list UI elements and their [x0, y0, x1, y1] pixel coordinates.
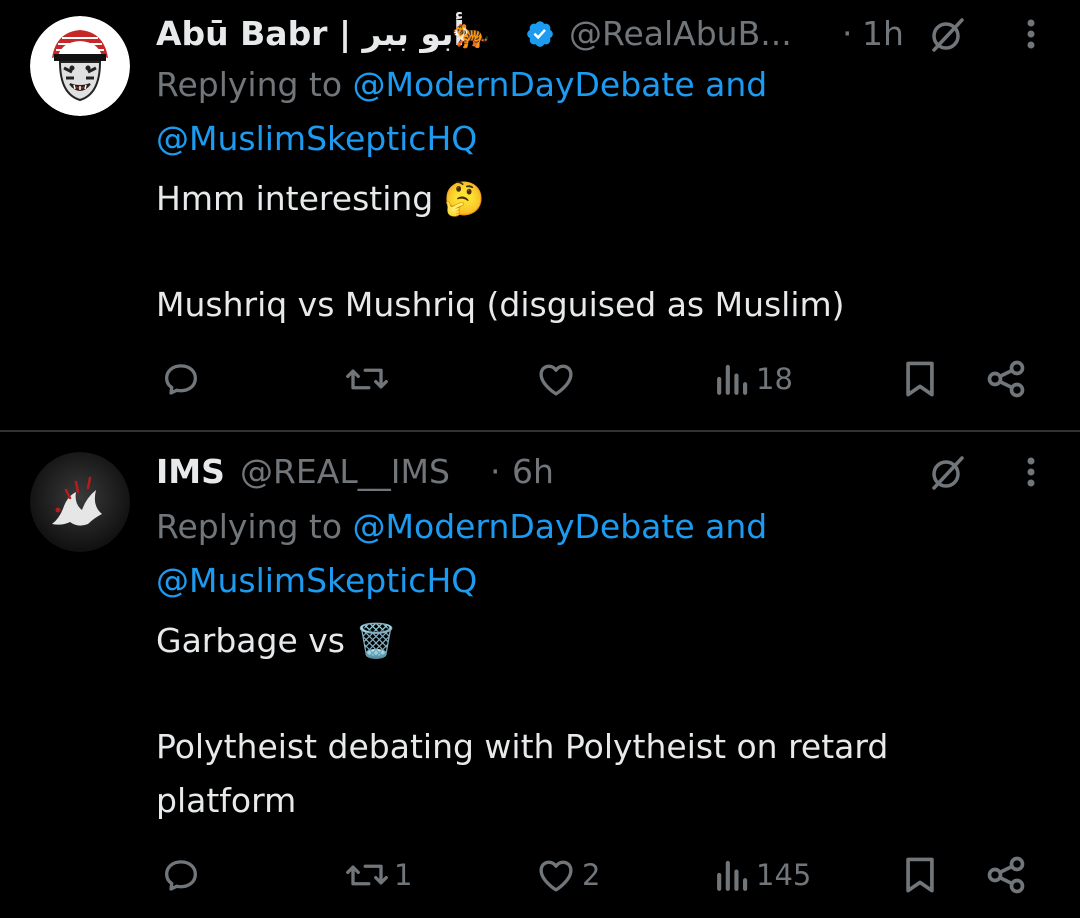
views-count: 18 [756, 362, 793, 396]
avatar-ims[interactable] [30, 452, 130, 552]
user-handle[interactable]: @RealAbuB... [569, 12, 792, 56]
heart-icon [539, 860, 573, 892]
like-button[interactable] [534, 357, 582, 401]
bookmark-icon [906, 857, 934, 893]
share-icon [987, 360, 1025, 398]
display-name[interactable]: Abū Babr | أبو ببر [156, 12, 465, 56]
replying-to-cont: @MuslimSkepticHQ [156, 554, 477, 608]
separator-dot: · [842, 14, 853, 53]
repost-icon [346, 864, 388, 886]
more-options-icon[interactable] [1024, 456, 1038, 488]
replying-joiner[interactable]: and [705, 507, 767, 546]
tweet-header: IMS @REAL__IMS · 6h [156, 450, 1080, 494]
views-button[interactable]: 18 [714, 357, 793, 401]
share-button[interactable] [984, 853, 1028, 897]
tweet-text-line: Garbage vs 🗑️ [156, 621, 397, 660]
bookmark-button[interactable] [898, 853, 942, 897]
replying-to: Replying to @ModernDayDebate and [156, 58, 767, 112]
tweet[interactable]: Abū Babr | أبو ببر 🐅 @RealAbuB... · 1h R… [0, 0, 1080, 430]
reply-button[interactable] [160, 357, 206, 401]
repost-count: 1 [394, 858, 413, 892]
reply-icon [164, 364, 198, 395]
mention-link[interactable]: @MuslimSkepticHQ [156, 119, 477, 158]
reply-icon [164, 860, 198, 891]
bookmark-icon [906, 361, 934, 397]
verified-badge-icon [527, 21, 553, 47]
tweet-text-line: Hmm interesting 🤔 [156, 179, 485, 218]
views-count: 145 [756, 858, 812, 892]
share-button[interactable] [984, 357, 1028, 401]
separator-dot: · [490, 452, 501, 491]
mention-link[interactable]: @ModernDayDebate [353, 507, 695, 546]
replying-prefix: Replying to [156, 507, 343, 546]
more-options-icon[interactable] [1024, 18, 1038, 50]
avatar-tiger[interactable] [30, 16, 130, 116]
like-button[interactable]: 2 [534, 853, 600, 897]
mention-link[interactable]: @ModernDayDebate [353, 65, 695, 104]
replying-to: Replying to @ModernDayDebate and [156, 500, 767, 554]
repost-button[interactable] [344, 357, 394, 401]
share-icon [987, 856, 1025, 894]
repost-icon [346, 368, 388, 390]
tweet-text-line: Mushriq vs Mushriq (disguised as Muslim) [156, 285, 845, 324]
reply-button[interactable] [160, 853, 206, 897]
replying-joiner[interactable]: and [705, 65, 767, 104]
display-name[interactable]: IMS [156, 450, 225, 494]
views-icon [717, 364, 748, 395]
repost-button[interactable]: 1 [344, 853, 412, 897]
like-count: 2 [582, 858, 601, 892]
views-icon [717, 860, 748, 891]
timestamp[interactable]: 6h [512, 450, 554, 494]
mention-link[interactable]: @MuslimSkepticHQ [156, 561, 477, 600]
grok-icon[interactable] [928, 454, 966, 492]
tweet-text-line: Polytheist debating with Polytheist on r… [156, 727, 889, 766]
tweet-text-line: platform [156, 781, 297, 820]
tweet[interactable]: IMS @REAL__IMS · 6h Replying to @ModernD… [0, 432, 1080, 918]
timestamp[interactable]: 1h [862, 12, 904, 56]
tiger-emoji: 🐅 [452, 16, 490, 51]
replying-prefix: Replying to [156, 65, 343, 104]
bookmark-button[interactable] [898, 357, 942, 401]
heart-icon [539, 364, 573, 396]
grok-icon[interactable] [928, 16, 966, 54]
views-button[interactable]: 145 [714, 853, 811, 897]
user-handle[interactable]: @REAL__IMS [240, 450, 450, 494]
replying-to-cont: @MuslimSkepticHQ [156, 112, 477, 166]
tweet-header: Abū Babr | أبو ببر 🐅 @RealAbuB... · 1h [156, 12, 1080, 56]
